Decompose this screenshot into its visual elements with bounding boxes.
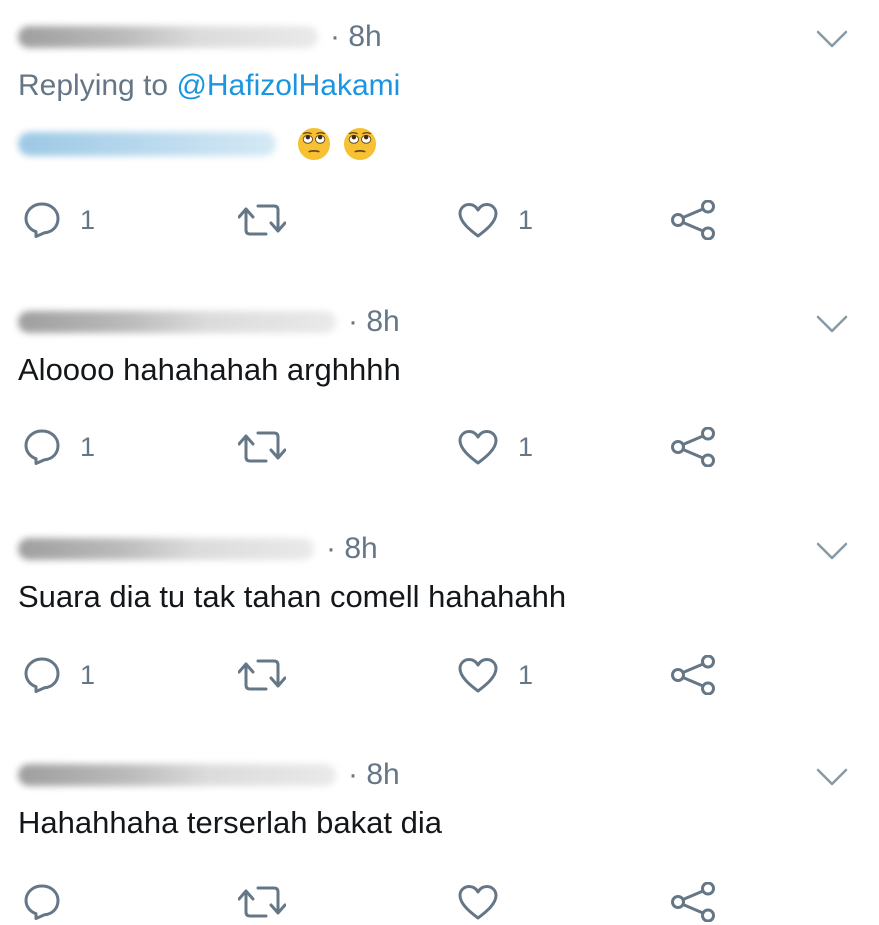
chevron-down-icon[interactable] bbox=[815, 313, 849, 335]
retweet-icon bbox=[238, 427, 286, 467]
share-button[interactable] bbox=[670, 425, 718, 469]
reply-icon bbox=[22, 427, 62, 467]
tweet-actions: 1 1 bbox=[0, 425, 879, 469]
like-button[interactable]: 1 bbox=[456, 653, 533, 697]
tweet-text-blurred bbox=[18, 131, 276, 156]
like-button[interactable]: 1 bbox=[456, 425, 533, 469]
reply-count: 1 bbox=[80, 204, 96, 235]
reply-button[interactable]: 1 bbox=[22, 425, 95, 469]
reply-icon bbox=[22, 882, 62, 922]
tweet-2[interactable]: · 8h Aloooo hahahahah arghhhh 1 1 bbox=[0, 285, 879, 485]
retweet-button[interactable] bbox=[238, 425, 286, 469]
like-count: 1 bbox=[518, 659, 534, 690]
reply-button[interactable]: 1 bbox=[22, 653, 95, 697]
author-name-blurred[interactable] bbox=[18, 26, 318, 48]
tweet-header: · 8h bbox=[18, 529, 378, 569]
retweet-icon bbox=[238, 655, 286, 695]
replying-to: Replying to @HafizolHakami bbox=[18, 69, 400, 103]
like-button[interactable]: 1 bbox=[456, 198, 533, 242]
author-name-blurred[interactable] bbox=[18, 764, 336, 786]
share-icon bbox=[670, 655, 718, 695]
like-count: 1 bbox=[518, 431, 534, 462]
tweet-text bbox=[18, 124, 377, 161]
retweet-button[interactable] bbox=[238, 198, 286, 242]
tweet-actions: 1 1 bbox=[0, 653, 879, 697]
tweet-1[interactable]: · 8h Replying to @HafizolHakami 1 1 bbox=[0, 0, 879, 260]
retweet-button[interactable] bbox=[238, 653, 286, 697]
chevron-down-icon[interactable] bbox=[815, 766, 849, 788]
reply-icon bbox=[22, 200, 62, 240]
author-name-blurred[interactable] bbox=[18, 538, 314, 560]
share-icon bbox=[670, 882, 718, 922]
tweet-header: · 8h bbox=[18, 755, 400, 795]
replying-to-label: Replying to bbox=[18, 69, 169, 102]
tweet-header: · 8h bbox=[18, 17, 382, 57]
tweet-3[interactable]: · 8h Suara dia tu tak tahan comell hahah… bbox=[0, 512, 879, 712]
tweet-timestamp[interactable]: · 8h bbox=[348, 758, 400, 792]
tweet-timestamp[interactable]: · 8h bbox=[326, 532, 378, 566]
heart-icon bbox=[456, 200, 500, 240]
share-button[interactable] bbox=[670, 653, 718, 697]
tweet-timestamp[interactable]: · 8h bbox=[348, 305, 400, 339]
heart-icon bbox=[456, 427, 500, 467]
chevron-down-icon[interactable] bbox=[815, 540, 849, 562]
retweet-icon bbox=[238, 882, 286, 922]
reply-handle-link[interactable]: @HafizolHakami bbox=[176, 69, 400, 102]
share-icon bbox=[670, 427, 718, 467]
tweet-timestamp[interactable]: · 8h bbox=[330, 20, 382, 54]
retweet-button[interactable] bbox=[238, 880, 286, 924]
tweet-4[interactable]: · 8h Hahahhaha terserlah bakat dia bbox=[0, 738, 879, 925]
tweet-actions bbox=[0, 880, 879, 924]
share-button[interactable] bbox=[670, 198, 718, 242]
author-name-blurred[interactable] bbox=[18, 311, 336, 333]
chevron-down-icon[interactable] bbox=[815, 28, 849, 50]
tweet-text: Hahahhaha terserlah bakat dia bbox=[18, 805, 442, 840]
heart-icon bbox=[456, 882, 500, 922]
reply-button[interactable]: 1 bbox=[22, 198, 95, 242]
reply-button[interactable] bbox=[22, 880, 80, 924]
reply-count: 1 bbox=[80, 659, 96, 690]
reply-icon bbox=[22, 655, 62, 695]
face-with-rolling-eyes-emoji bbox=[297, 127, 331, 161]
like-button[interactable] bbox=[456, 880, 518, 924]
share-icon bbox=[670, 200, 718, 240]
like-count: 1 bbox=[518, 204, 534, 235]
heart-icon bbox=[456, 655, 500, 695]
tweet-actions: 1 1 bbox=[0, 198, 879, 242]
share-button[interactable] bbox=[670, 880, 718, 924]
face-with-rolling-eyes-emoji bbox=[343, 127, 377, 161]
tweet-header: · 8h bbox=[18, 302, 400, 342]
retweet-icon bbox=[238, 200, 286, 240]
tweet-text: Suara dia tu tak tahan comell hahahahh bbox=[18, 579, 567, 614]
tweet-text: Aloooo hahahahah arghhhh bbox=[18, 352, 401, 387]
reply-count: 1 bbox=[80, 431, 96, 462]
